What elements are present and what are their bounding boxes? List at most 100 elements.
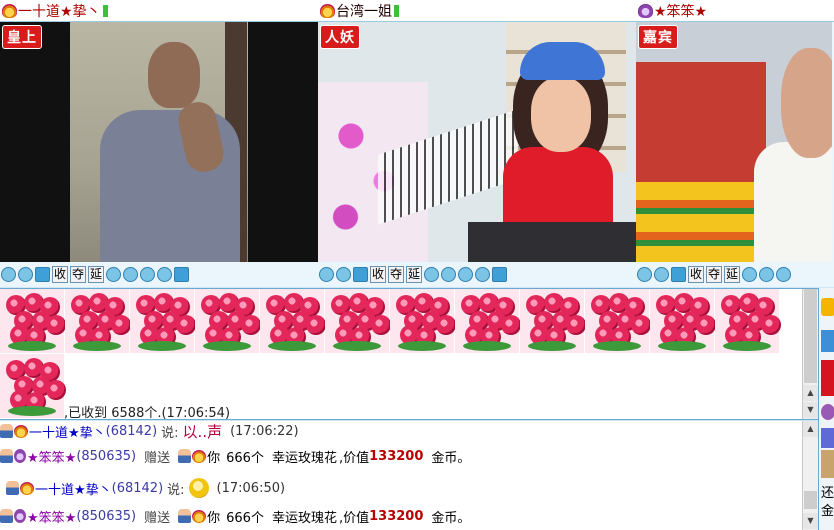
gift-unit: 金币。 <box>431 510 471 526</box>
record-icon[interactable] <box>742 266 758 282</box>
audio-icon[interactable] <box>140 266 156 282</box>
record-icon[interactable] <box>106 266 122 282</box>
volume-icon[interactable] <box>336 266 351 282</box>
settings-icon[interactable] <box>475 266 491 282</box>
chat-scrollbar[interactable]: ▲ ▼ <box>802 421 818 530</box>
gift-action: 赠送 <box>144 450 171 466</box>
gift-target: 你 <box>207 450 221 466</box>
scroll-up-arrow[interactable]: ▲ <box>803 385 818 401</box>
chat-message: 一十道★挚丶 (68142) 说: (17:06:50) <box>0 478 285 498</box>
user-avatar[interactable] <box>821 330 834 352</box>
record-icon[interactable] <box>424 266 440 282</box>
gift-icon[interactable] <box>174 266 190 282</box>
chat-message: 一十道★挚丶 (68142) 说: 以..声 (17:06:22) <box>0 421 299 441</box>
camera-icon[interactable] <box>637 266 652 282</box>
gift-item: 幸运玫瑰花 <box>271 510 337 526</box>
window-icon[interactable] <box>353 266 368 282</box>
avatar-icon <box>178 509 192 523</box>
rose-gift-icon <box>130 289 196 353</box>
settings-icon[interactable] <box>157 266 173 282</box>
kick-button[interactable]: 夺 <box>706 265 723 283</box>
crown-icon <box>14 509 26 523</box>
video-stream[interactable]: 皇上 <box>0 22 318 262</box>
chat-username[interactable]: ★笨笨★ <box>27 447 76 466</box>
panel-username[interactable]: 台湾一姐 <box>336 1 392 21</box>
video-panel-1: 一十道★挚丶 皇上 收 夺 延 <box>0 0 318 287</box>
snapshot-icon[interactable] <box>441 266 457 282</box>
scroll-down-arrow[interactable]: ▼ <box>803 402 818 418</box>
chat-room-window: 一十道★挚丶 皇上 收 夺 延 台湾一姐 人妖 收 夺 延 ★笨笨★ 嘉宾 收 … <box>0 0 834 530</box>
role-badge: 皇上 <box>2 25 42 49</box>
panel-header[interactable]: 一十道★挚丶 <box>0 0 318 22</box>
microphone-icon <box>394 4 399 17</box>
audio-icon[interactable] <box>458 266 474 282</box>
user-list-edge[interactable]: 还 金 <box>818 288 834 530</box>
avatar-icon <box>0 449 13 463</box>
crown-icon <box>2 3 17 18</box>
price-prefix: ,价值 <box>338 510 370 526</box>
gift-scrollbar[interactable]: ▲ ▼ <box>802 289 818 419</box>
side-text-2: 金 <box>821 504 834 519</box>
price-prefix: ,价值 <box>338 450 370 466</box>
snapshot-icon[interactable] <box>759 266 775 282</box>
audio-icon[interactable] <box>776 266 792 282</box>
gift-icon[interactable] <box>492 266 508 282</box>
collect-button[interactable]: 收 <box>370 265 387 283</box>
crown-icon <box>14 449 26 463</box>
avatar-icon <box>0 424 13 438</box>
snapshot-icon[interactable] <box>123 266 139 282</box>
gift-price: 133200 <box>369 448 424 464</box>
user-id: (850635) <box>76 448 137 464</box>
panel-header[interactable]: ★笨笨★ <box>636 0 834 22</box>
rose-gift-icon <box>650 289 716 353</box>
crown-icon <box>192 509 207 523</box>
panel-header[interactable]: 台湾一姐 <box>318 0 636 22</box>
kick-button[interactable]: 夺 <box>70 265 87 283</box>
window-icon[interactable] <box>671 266 686 282</box>
user-id: (68142) <box>111 480 164 496</box>
collect-button[interactable]: 收 <box>688 265 705 283</box>
rose-gift-icon <box>585 289 651 353</box>
crown-icon <box>14 424 28 438</box>
crown-icon <box>320 3 335 18</box>
user-avatar[interactable] <box>821 360 834 396</box>
video-stream[interactable]: 人妖 <box>318 22 636 262</box>
rose-gift-icon <box>715 289 781 353</box>
scroll-thumb[interactable] <box>804 289 817 383</box>
chat-username[interactable]: 一十道★挚丶 <box>35 479 112 498</box>
scroll-down-arrow[interactable]: ▼ <box>803 513 818 529</box>
delay-button[interactable]: 延 <box>406 265 423 283</box>
window-icon[interactable] <box>35 266 50 282</box>
crown-icon <box>821 404 834 420</box>
emoji-icon <box>188 478 209 498</box>
kick-button[interactable]: 夺 <box>388 265 405 283</box>
volume-icon[interactable] <box>18 266 33 282</box>
panel-username[interactable]: 一十道★挚丶 <box>18 1 101 21</box>
message-text: 以..声 <box>182 422 223 441</box>
chat-username[interactable]: 一十道★挚丶 <box>29 422 106 441</box>
user-avatar[interactable] <box>821 428 834 448</box>
chat-username[interactable]: ★笨笨★ <box>27 507 76 526</box>
delay-button[interactable]: 延 <box>724 265 741 283</box>
rose-gift-icon <box>0 289 66 353</box>
side-text-1: 还 <box>821 486 834 501</box>
chat-message: ★笨笨★ (850635) 赠送 你 666个 幸运玫瑰花 ,价值 133200… <box>0 446 470 466</box>
rose-gift-icon <box>520 289 586 353</box>
camera-icon[interactable] <box>319 266 334 282</box>
delay-button[interactable]: 延 <box>88 265 105 283</box>
scroll-up-arrow[interactable]: ▲ <box>803 421 818 437</box>
camera-icon[interactable] <box>1 266 16 282</box>
rose-gift-icon <box>455 289 521 353</box>
said-label: 说: <box>161 425 179 441</box>
video-panel-2: 台湾一姐 人妖 收 夺 延 <box>318 0 636 287</box>
scroll-thumb[interactable] <box>804 491 817 509</box>
collect-button[interactable]: 收 <box>52 265 69 283</box>
panel-toolbar: 收 夺 延 <box>318 263 508 285</box>
volume-icon[interactable] <box>654 266 669 282</box>
user-id: (68142) <box>105 423 158 439</box>
role-badge: 人妖 <box>320 25 360 49</box>
avatar-icon <box>0 509 13 523</box>
user-avatar[interactable] <box>821 450 834 478</box>
panel-username[interactable]: ★笨笨★ <box>654 1 707 21</box>
video-stream[interactable]: 嘉宾 <box>636 22 832 262</box>
